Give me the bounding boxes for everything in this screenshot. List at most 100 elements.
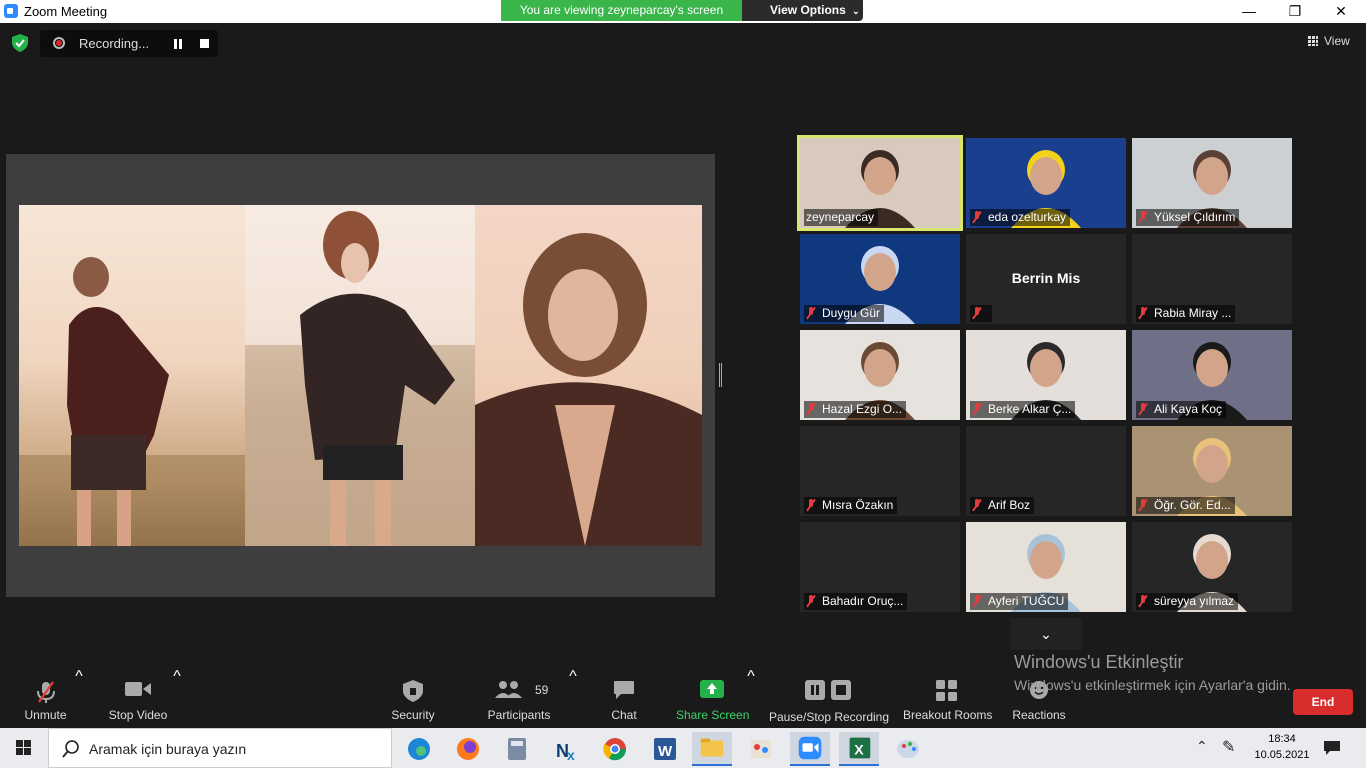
windows-start-icon[interactable] <box>0 728 48 768</box>
share-screen-icon <box>700 680 724 698</box>
share-options-caret[interactable]: ^ <box>745 668 757 728</box>
pause-recording-icon[interactable] <box>173 39 183 49</box>
word-icon[interactable]: W <box>644 732 684 766</box>
participant-name: zeyneparcay <box>806 210 875 224</box>
minimize-button[interactable]: — <box>1226 0 1272 23</box>
windows-activation-subtitle: Windows'u etkinleştirmek için Ayarlar'a … <box>1014 677 1291 693</box>
pause-stop-recording-button[interactable]: Pause/Stop Recording <box>768 668 890 728</box>
participant-tile[interactable]: süreyya yılmaz <box>1132 522 1292 612</box>
edge-browser-icon[interactable] <box>399 732 439 766</box>
close-button[interactable]: ✕ <box>1318 0 1364 23</box>
microphone-muted-icon <box>806 403 816 415</box>
participant-tile[interactable]: Berrin Mis <box>966 234 1126 324</box>
splitter-handle[interactable] <box>719 363 722 387</box>
microphone-muted-icon <box>1138 211 1148 223</box>
file-explorer-icon[interactable] <box>692 732 732 766</box>
participant-tile[interactable]: Duygu Gür <box>800 234 960 324</box>
svg-text:x: x <box>567 747 575 763</box>
participant-tile[interactable]: Bahadır Oruç... <box>800 522 960 612</box>
breakout-rooms-label: Breakout Rooms <box>903 708 993 722</box>
participant-tile[interactable]: Ali Kaya Koç <box>1132 330 1292 420</box>
participant-name: Ali Kaya Koç <box>1154 402 1223 416</box>
stop-video-label: Stop Video <box>108 708 168 722</box>
participants-icon <box>495 681 522 698</box>
participant-name: Berke Alkar Ç... <box>988 402 1072 416</box>
participant-tile[interactable]: Ayferi TUĞCU <box>966 522 1126 612</box>
participants-label: Participants <box>487 708 551 722</box>
taskbar-search-input[interactable]: Aramak için buraya yazın <box>48 728 392 768</box>
app-nx-icon[interactable]: N x <box>546 732 586 766</box>
participant-name-label: eda ozelturkay <box>970 209 1071 226</box>
participant-name: Mısra Özakın <box>822 498 894 512</box>
shared-screen[interactable] <box>6 154 715 597</box>
calculator-icon[interactable] <box>497 732 537 766</box>
security-label: Security <box>391 708 435 722</box>
firefox-icon[interactable] <box>448 732 488 766</box>
chat-button[interactable]: Chat <box>604 668 644 728</box>
gallery-next-page-button[interactable]: ⌄ <box>1010 618 1082 650</box>
participant-name-label: Rabia Miray ... <box>1136 305 1236 322</box>
participant-tile[interactable]: zeyneparcay <box>797 135 963 231</box>
photo-right <box>475 205 702 546</box>
microphone-muted-icon <box>806 499 816 511</box>
reactions-label: Reactions <box>1012 708 1066 722</box>
participant-tile[interactable]: Rabia Miray ... <box>1132 234 1292 324</box>
audio-options-caret[interactable]: ^ <box>73 668 85 728</box>
participant-tile[interactable]: Arif Boz <box>966 426 1126 516</box>
stop-recording-icon[interactable] <box>200 39 209 48</box>
unmute-button[interactable]: Unmute <box>18 668 73 728</box>
shared-slide <box>19 205 702 546</box>
microphone-muted-icon <box>1138 595 1148 607</box>
end-meeting-button[interactable]: End <box>1293 689 1353 715</box>
participant-tile[interactable]: eda ozelturkay <box>966 138 1126 228</box>
participant-name: Öğr. Gör. Ed... <box>1154 498 1231 512</box>
view-button[interactable]: View <box>1308 34 1350 48</box>
shield-icon <box>403 680 423 702</box>
participant-name-label: Berke Alkar Ç... <box>970 401 1076 418</box>
participant-name-label <box>970 305 992 322</box>
participant-name-label: Ayferi TUĞCU <box>970 593 1069 610</box>
viewing-screen-banner: You are viewing zeyneparcay's screen <box>501 0 742 21</box>
zoom-taskbar-icon[interactable] <box>790 732 830 766</box>
zoom-app-icon <box>4 4 18 18</box>
security-shield-icon[interactable] <box>12 34 28 52</box>
taskbar-clock[interactable]: 18:34 10.05.2021 <box>1252 731 1312 763</box>
microphone-muted-icon <box>972 499 982 511</box>
window-title: Zoom Meeting <box>24 4 108 19</box>
restore-button[interactable]: ❐ <box>1272 0 1318 23</box>
tray-chevron-up-icon[interactable]: ⌃ <box>1196 738 1208 755</box>
participant-name-label: süreyya yılmaz <box>1136 593 1239 610</box>
participant-tile[interactable]: Öğr. Gör. Ed... <box>1132 426 1292 516</box>
paint-palette-icon[interactable] <box>888 732 928 766</box>
participant-tile[interactable]: Mısra Özakın <box>800 426 960 516</box>
participant-name-label: Duygu Gür <box>804 305 885 322</box>
chrome-icon[interactable] <box>595 732 635 766</box>
breakout-rooms-button[interactable]: Breakout Rooms <box>903 668 993 728</box>
participant-name-label: Bahadır Oruç... <box>804 593 908 610</box>
participants-button[interactable]: 59 Participants <box>485 668 553 728</box>
microphone-muted-icon <box>1138 307 1148 319</box>
photo-middle <box>245 205 475 546</box>
participant-name: Bahadır Oruç... <box>822 594 904 608</box>
chat-label: Chat <box>611 708 637 722</box>
photo-left <box>19 205 245 546</box>
microphone-muted-icon <box>972 595 982 607</box>
recording-label: Recording... <box>79 36 150 51</box>
participant-tile[interactable]: Berke Alkar Ç... <box>966 330 1126 420</box>
paint-icon[interactable] <box>741 732 781 766</box>
participant-tile[interactable]: Hazal Ezgi O... <box>800 330 960 420</box>
participant-name: Hazal Ezgi O... <box>822 402 903 416</box>
participant-tile[interactable]: Yüksel Çıldırım <box>1132 138 1292 228</box>
view-options-button[interactable]: View Options ⌄ <box>742 0 863 21</box>
microphone-muted-icon <box>1138 499 1148 511</box>
stop-video-button[interactable]: Stop Video <box>105 668 171 728</box>
action-center-icon[interactable] <box>1323 740 1341 756</box>
video-options-caret[interactable]: ^ <box>171 668 183 728</box>
share-screen-button[interactable]: Share Screen <box>676 668 749 728</box>
participants-options-caret[interactable]: ^ <box>567 668 579 728</box>
participant-name-label: Hazal Ezgi O... <box>804 401 907 418</box>
excel-icon[interactable]: X <box>839 732 879 766</box>
security-button[interactable]: Security <box>388 668 438 728</box>
participant-name: süreyya yılmaz <box>1154 594 1235 608</box>
pen-ink-icon[interactable]: ✎ <box>1222 737 1235 757</box>
